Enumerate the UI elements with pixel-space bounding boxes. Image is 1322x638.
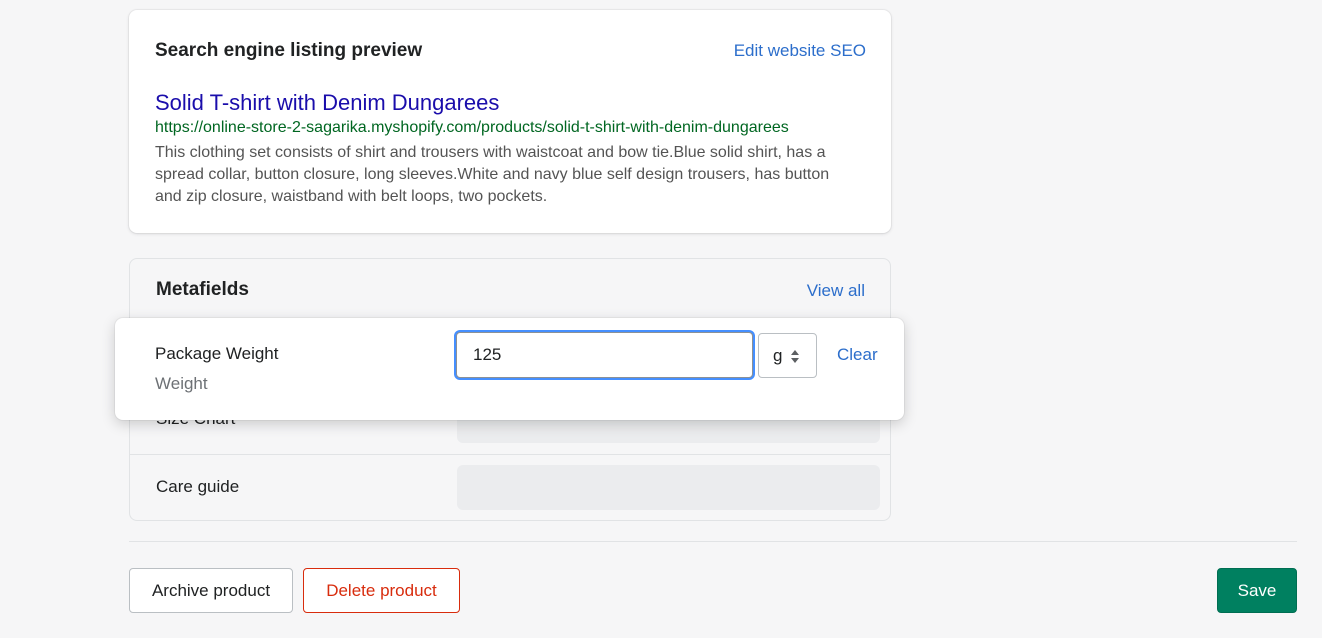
archive-product-button[interactable]: Archive product [129,568,293,613]
seo-result-description: This clothing set consists of shirt and … [155,144,830,205]
package-weight-input[interactable] [456,332,753,378]
clear-metafield-button[interactable]: Clear [837,345,878,365]
weight-unit-select[interactable]: g [758,333,817,378]
metafield-type-label: Weight [155,374,208,393]
metafield-input-care-guide[interactable] [457,465,880,510]
metafield-row-divider [130,454,890,455]
seo-result-title: Solid T-shirt with Denim Dungarees [155,90,500,115]
metafield-label-package-weight: Package Weight [155,344,279,363]
seo-card-title: Search engine listing preview [155,40,423,61]
view-all-metafields-link[interactable]: View all [807,281,865,301]
delete-product-button[interactable]: Delete product [303,568,460,613]
metafields-title: Metafields [156,279,249,300]
page-actions-divider [129,541,1297,542]
metafield-row-package-weight: Package Weight Weight g Clear [115,318,904,420]
save-button[interactable]: Save [1217,568,1297,613]
edit-website-seo-link[interactable]: Edit website SEO [734,41,866,61]
metafield-label-care-guide: Care guide [156,477,240,496]
seo-preview-card: Search engine listing preview Edit websi… [129,10,891,233]
seo-result-url: https://online-store-2-sagarika.myshopif… [155,119,789,136]
weight-unit-value: g [773,346,783,365]
select-arrows-icon [791,350,799,363]
